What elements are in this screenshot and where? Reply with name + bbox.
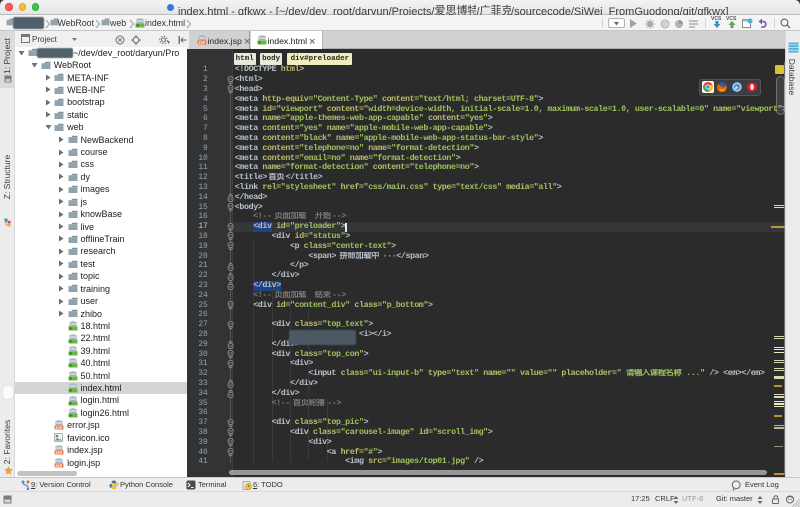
svg-text:JSP: JSP <box>56 426 63 430</box>
svg-text:JSP: JSP <box>56 464 63 468</box>
svg-text:JSP: JSP <box>56 451 63 455</box>
svg-text:JSP: JSP <box>198 40 205 44</box>
